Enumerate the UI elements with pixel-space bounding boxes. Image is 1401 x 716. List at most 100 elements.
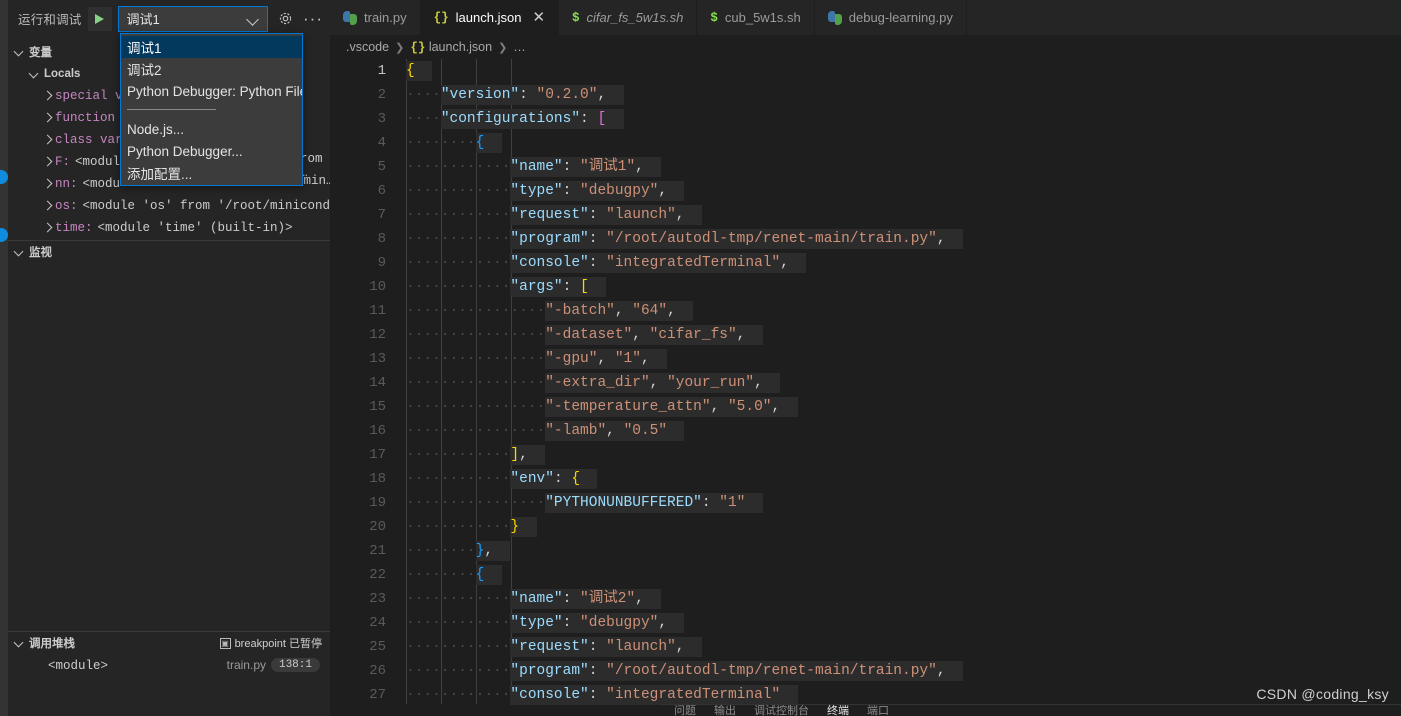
code-line[interactable]: 24 ············"type": "debugpy",: [330, 611, 1401, 635]
code-line[interactable]: 2 ····"version": "0.2.0",: [330, 83, 1401, 107]
dropdown-item-label: 添加配置...: [127, 167, 193, 182]
line-content: ············"program": "/root/autodl-tmp…: [406, 659, 963, 683]
line-number: 26: [369, 663, 386, 679]
panel-tab-output[interactable]: 输出: [714, 705, 736, 716]
dropdown-item-label: Python Debugger: Python File: [127, 83, 302, 99]
frame-position: 138:1: [270, 658, 320, 672]
line-number: 2: [377, 87, 386, 103]
code-token: }: [510, 519, 520, 535]
dropdown-item-2[interactable]: Python Debugger: Python File: [121, 80, 302, 102]
call-stack-frame-row[interactable]: <module> train.py 138:1: [8, 654, 330, 678]
code-token: "-extra_dir": [545, 375, 650, 391]
activity-badge[interactable]: [0, 228, 8, 242]
code-line[interactable]: 19 ················"PYTHONUNBUFFERED": "1…: [330, 491, 1401, 515]
variable-name: function: [55, 111, 116, 125]
chevron-right-icon: ❯: [498, 41, 508, 54]
breadcrumb-item-folder[interactable]: .vscode: [346, 40, 389, 54]
tab-cub-5w1s-sh[interactable]: $ cub_5w1s.sh: [697, 0, 815, 35]
code-token: :: [588, 231, 607, 247]
code-line[interactable]: 25 ············"request": "launch",: [330, 635, 1401, 659]
activity-badge[interactable]: [0, 170, 8, 184]
code-token: "version": [440, 87, 520, 103]
dropdown-item-0[interactable]: 调试1: [121, 36, 302, 58]
code-line[interactable]: 18 ············"env": {: [330, 467, 1401, 491]
code-line[interactable]: 22 ········{: [330, 563, 1401, 587]
code-line[interactable]: 11 ················"-batch", "64",: [330, 299, 1401, 323]
code-token: "args": [510, 279, 563, 295]
code-line[interactable]: 4 ········{: [330, 131, 1401, 155]
watch-header[interactable]: 监视: [8, 241, 330, 263]
panel-tab-problems[interactable]: 问题: [674, 705, 696, 716]
code-line[interactable]: 8 ············"program": "/root/autodl-tm…: [330, 227, 1401, 251]
tab-train-py[interactable]: train.py: [330, 0, 421, 35]
code-editor[interactable]: 1{ 2 ····"version": "0.2.0", 3 ····"config…: [330, 59, 1401, 705]
code-line[interactable]: 6 ············"type": "debugpy",: [330, 179, 1401, 203]
code-token: {: [571, 471, 581, 487]
dropdown-item-6[interactable]: 添加配置...: [121, 162, 302, 184]
chevron-right-icon: [42, 201, 52, 211]
dropdown-item-1[interactable]: 调试2: [121, 58, 302, 80]
line-content: ················"-extra_dir", "your_run"…: [406, 371, 781, 395]
variable-row[interactable]: time: <module 'time' (built-in)>: [8, 217, 330, 239]
python-icon: [827, 10, 842, 25]
code-line[interactable]: 12 ················"-dataset", "cifar_fs"…: [330, 323, 1401, 347]
breadcrumb-item-file[interactable]: {} launch.json: [410, 40, 492, 55]
code-line[interactable]: 14 ················"-extra_dir", "your_ru…: [330, 371, 1401, 395]
dropdown-item-4[interactable]: Node.js...: [121, 118, 302, 140]
bottom-panel: 问题 输出 调试控制台 终端 端口: [660, 704, 1401, 716]
line-content: ····"version": "0.2.0",: [406, 83, 624, 107]
panel-tab-debug-console[interactable]: 调试控制台: [754, 705, 809, 716]
panel-tab-ports[interactable]: 端口: [867, 705, 889, 716]
variable-name: special v: [55, 89, 123, 103]
open-launch-json-button[interactable]: [274, 8, 296, 30]
start-debugging-button[interactable]: [87, 6, 112, 31]
code-line[interactable]: 23 ············"name": "调试2",: [330, 587, 1401, 611]
code-line[interactable]: 5 ············"name": "调试1",: [330, 155, 1401, 179]
variable-name: F:: [55, 155, 71, 169]
line-content: ············"env": {: [406, 467, 598, 491]
panel-tab-terminal[interactable]: 终端: [827, 705, 849, 716]
variable-row[interactable]: os: <module 'os' from '/root/miniconda…: [8, 195, 330, 217]
code-token: "64": [632, 303, 668, 319]
code-line[interactable]: 7 ············"request": "launch",: [330, 203, 1401, 227]
close-icon[interactable]: ✕: [532, 10, 545, 25]
dropdown-item-5[interactable]: Python Debugger...: [121, 140, 302, 162]
code-line[interactable]: 1{: [330, 59, 1401, 83]
breadcrumb[interactable]: .vscode ❯ {} launch.json ❯ …: [330, 35, 1401, 59]
chevron-down-icon: [15, 47, 25, 57]
chevron-right-icon: [42, 91, 52, 101]
code-token: ,: [640, 351, 650, 367]
code-line[interactable]: 20 ············}: [330, 515, 1401, 539]
code-line[interactable]: 10 ············"args": [: [330, 275, 1401, 299]
chevron-right-icon: [42, 223, 52, 233]
debug-configuration-select[interactable]: 调试1: [117, 5, 268, 32]
code-line[interactable]: 3 ····"configurations": [: [330, 107, 1401, 131]
code-token: ,: [519, 447, 528, 463]
code-token: "-dataset": [545, 327, 633, 343]
tab-label: debug-learning.py: [848, 10, 953, 25]
more-actions-button[interactable]: ···: [302, 8, 324, 30]
variables-header-label: 变量: [29, 47, 52, 59]
call-stack-header[interactable]: 调用堆栈 ▣ breakpoint 已暂停: [8, 632, 330, 654]
code-token: ,: [936, 231, 946, 247]
tab-launch-json[interactable]: {} launch.json ✕: [420, 0, 560, 35]
debug-configuration-dropdown[interactable]: 调试1 调试2 Python Debugger: Python File Nod…: [120, 33, 303, 186]
tab-debug-learning-py[interactable]: debug-learning.py: [815, 0, 967, 35]
breadcrumb-file-label: launch.json: [428, 39, 493, 54]
line-content: ········{: [406, 563, 502, 587]
line-number: 20: [369, 519, 386, 535]
code-line[interactable]: 13 ················"-gpu", "1",: [330, 347, 1401, 371]
code-token: ,: [667, 303, 676, 319]
line-number: 1: [377, 63, 386, 79]
code-line[interactable]: 26 ············"program": "/root/autodl-t…: [330, 659, 1401, 683]
tab-cifar-fs-5w1s-sh[interactable]: $ cifar_fs_5w1s.sh: [559, 0, 698, 35]
code-token: ,: [484, 543, 494, 559]
breadcrumb-item-more[interactable]: …: [513, 40, 526, 54]
code-line[interactable]: 21 ········},: [330, 539, 1401, 563]
code-line[interactable]: 16 ················"-lamb", "0.5": [330, 419, 1401, 443]
code-token: :: [588, 639, 607, 655]
tab-label: cifar_fs_5w1s.sh: [586, 10, 684, 25]
code-line[interactable]: 15 ················"-temperature_attn", "…: [330, 395, 1401, 419]
code-line[interactable]: 17 ············],: [330, 443, 1401, 467]
code-line[interactable]: 9 ············"console": "integratedTermi…: [330, 251, 1401, 275]
